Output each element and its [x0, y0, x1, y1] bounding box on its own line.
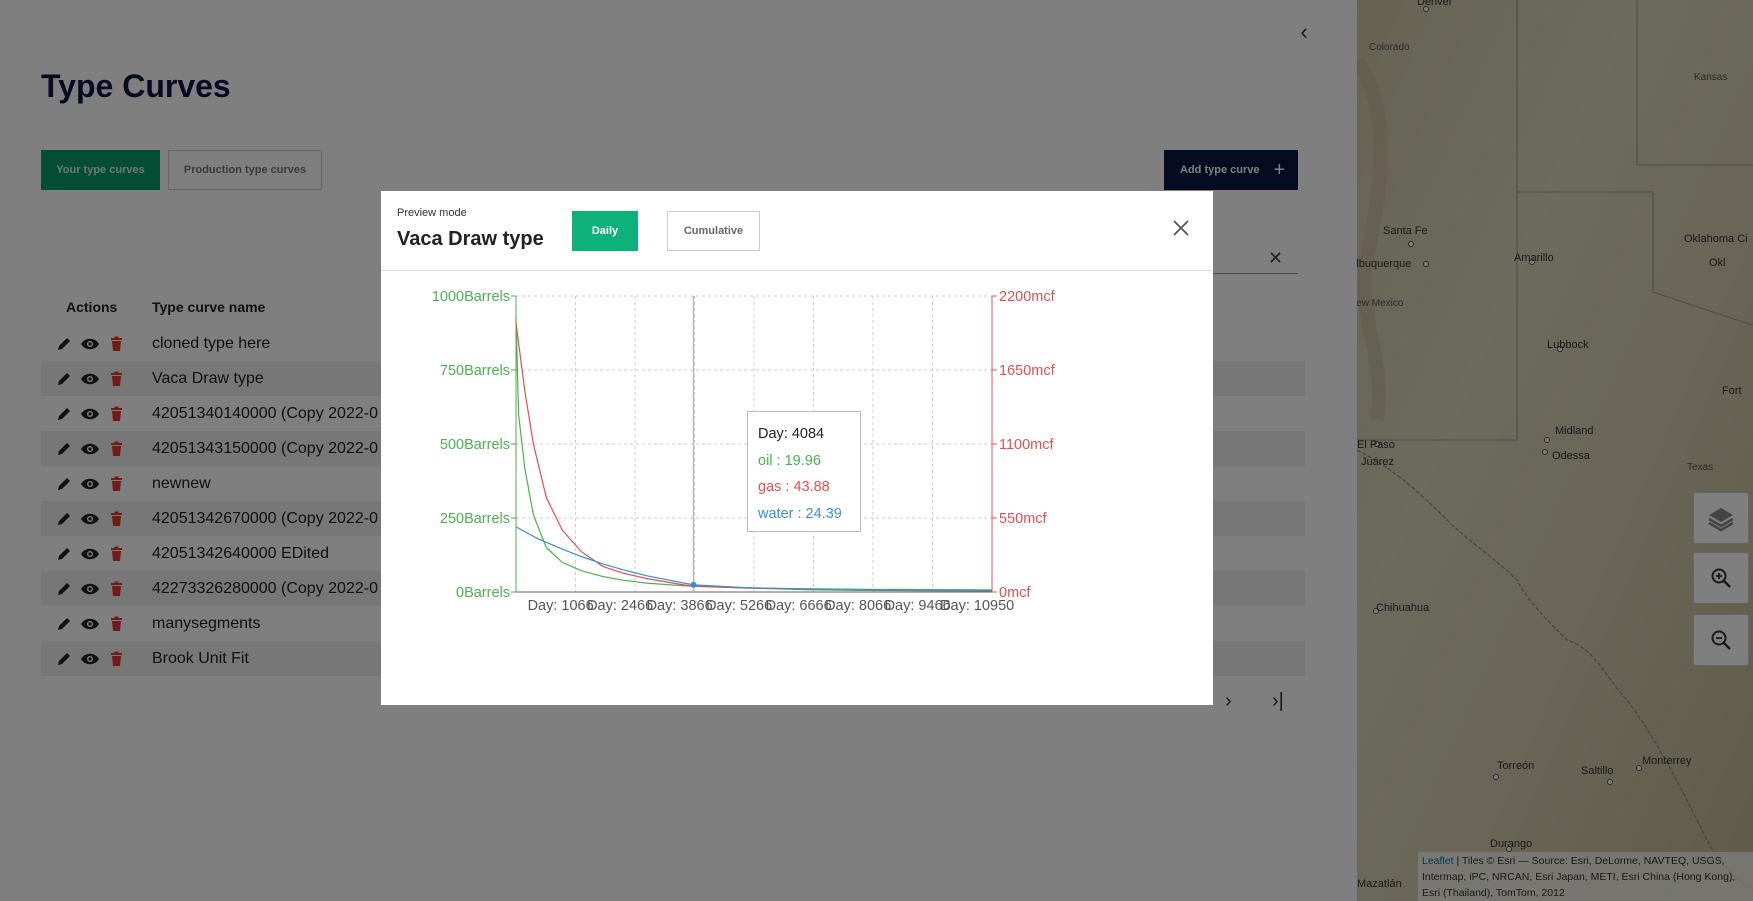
- right-axis-tick-label: 1650mcf: [999, 363, 1056, 379]
- close-icon[interactable]: [1170, 217, 1192, 239]
- right-axis-tick-label: 550mcf: [999, 511, 1048, 527]
- x-axis-tick-label: Day: 6666: [766, 598, 832, 614]
- x-axis-tick-label: Day: 1066: [528, 598, 594, 614]
- left-axis-tick-label: 1000Barrels: [432, 289, 510, 305]
- x-axis-tick-label: Day: 8066: [825, 598, 891, 614]
- daily-mode-button[interactable]: Daily: [572, 211, 638, 251]
- preview-mode-label: Preview mode: [397, 207, 467, 219]
- preview-modal: Preview mode Vaca Draw type Daily Cumula…: [381, 191, 1213, 705]
- left-axis-tick-label: 750Barrels: [440, 363, 510, 379]
- x-axis-tick-label: Day: 2466: [587, 598, 653, 614]
- x-axis-tick-label: Day: 3866: [647, 598, 713, 614]
- chart-tooltip: Day: 4084 oil : 19.96 gas : 43.88 water …: [747, 411, 861, 532]
- left-axis-tick-label: 0Barrels: [456, 585, 510, 601]
- right-axis-tick-label: 1100mcf: [999, 437, 1055, 453]
- tooltip-gas: gas : 43.88: [758, 479, 830, 495]
- cumulative-mode-button[interactable]: Cumulative: [667, 211, 760, 251]
- x-axis-tick-label: Day: 5266: [706, 598, 772, 614]
- modal-header: Preview mode Vaca Draw type Daily Cumula…: [381, 191, 1213, 271]
- cursor-point: [690, 581, 697, 588]
- x-axis-tick-label: Day: 10950: [940, 598, 1014, 614]
- modal-title: Vaca Draw type: [397, 228, 544, 250]
- left-axis-tick-label: 500Barrels: [440, 437, 510, 453]
- right-axis-tick-label: 2200mcf: [999, 289, 1056, 305]
- tooltip-day: Day: 4084: [758, 426, 825, 442]
- left-axis-tick-label: 250Barrels: [440, 511, 510, 527]
- tooltip-oil: oil : 19.96: [758, 452, 821, 469]
- tooltip-water: water : 24.39: [758, 505, 842, 522]
